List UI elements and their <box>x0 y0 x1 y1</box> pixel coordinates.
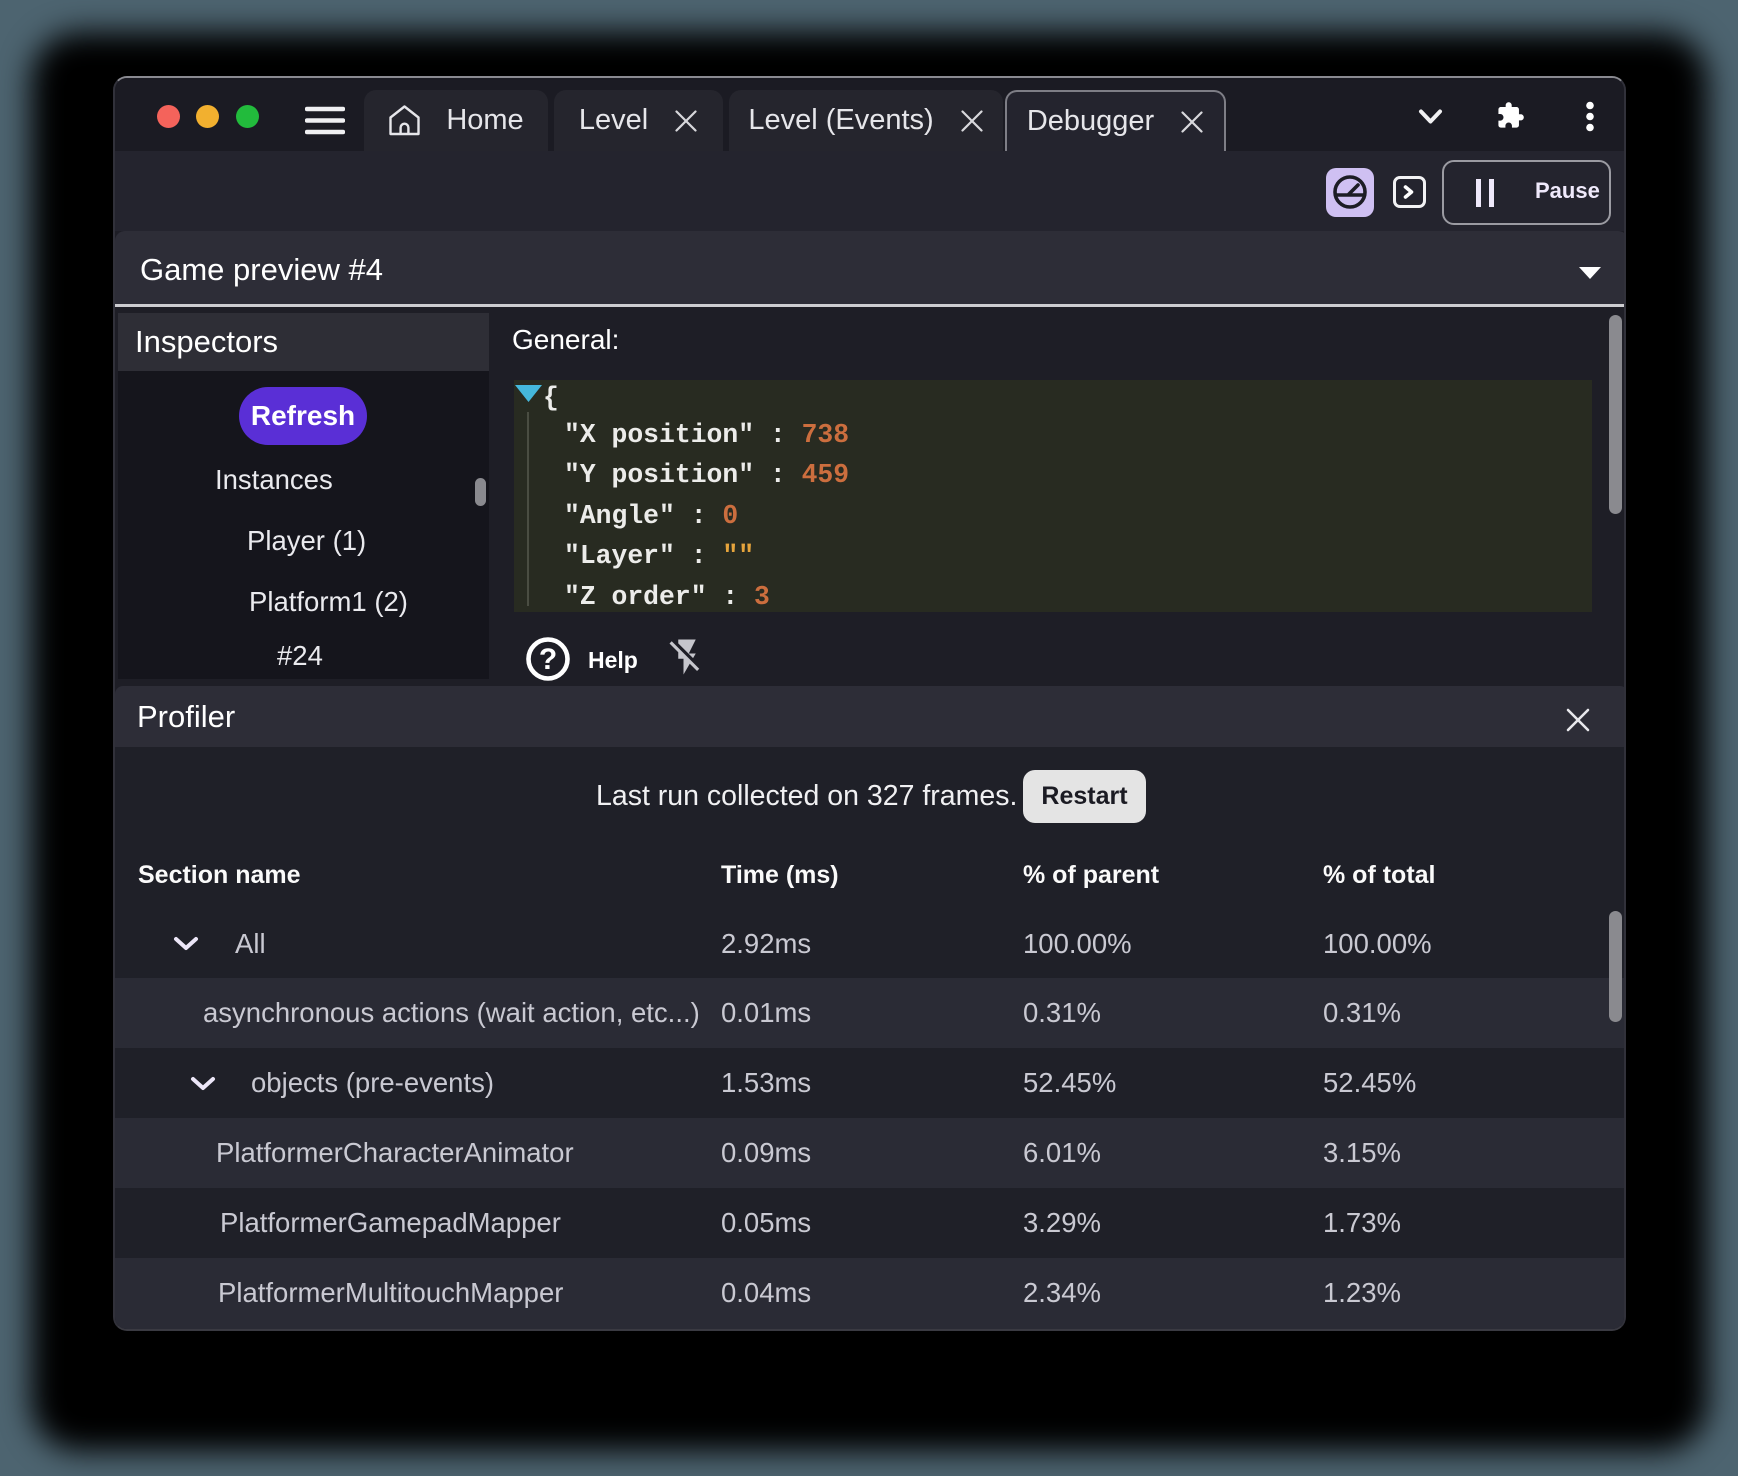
svg-text:?: ? <box>539 643 557 676</box>
